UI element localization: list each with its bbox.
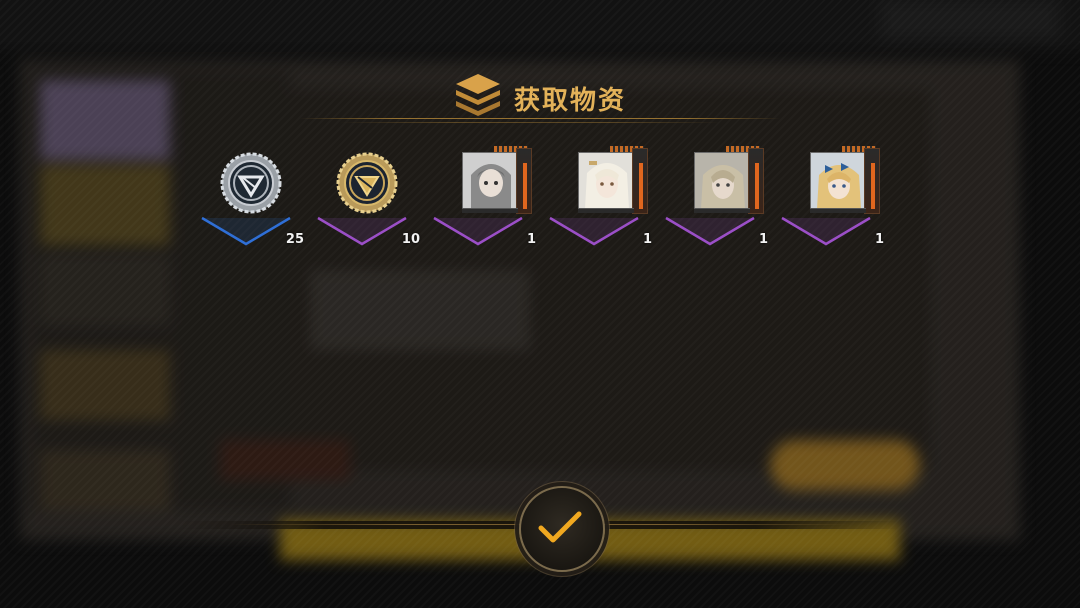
rarity-base-purple (776, 214, 876, 246)
reward-item[interactable]: 1 (776, 146, 886, 258)
stacked-supplies-icon (450, 70, 506, 120)
character-card-blonde-ribbon-icon (796, 146, 880, 218)
reward-count: 10 (401, 232, 420, 247)
reward-count: 1 (758, 232, 768, 247)
reward-count: 1 (526, 232, 536, 247)
checkmark-icon (538, 511, 582, 543)
confirm-button[interactable] (519, 486, 605, 572)
header-divider (300, 118, 780, 119)
reward-item[interactable]: 1 (544, 146, 654, 258)
character-card-white-hair-icon (564, 146, 648, 218)
dialog-title: 获取物资 (514, 86, 627, 116)
character-card-silver-hair-icon (448, 146, 532, 218)
reward-count: 25 (285, 232, 304, 247)
rarity-base-purple (312, 214, 412, 246)
dialog-header: 获取物资 (300, 70, 780, 126)
reward-item[interactable]: 1 (428, 146, 538, 258)
reward-item[interactable]: 10 (312, 148, 422, 258)
header-divider-secondary (340, 122, 720, 123)
rarity-base-purple (544, 214, 644, 246)
character-card-ash-blonde-icon (680, 146, 764, 218)
rarity-base-purple (428, 214, 528, 246)
rarity-base-purple (660, 214, 760, 246)
gold-token-icon (332, 148, 402, 218)
reward-item[interactable]: 1 (660, 146, 770, 258)
reward-item[interactable]: 25 (196, 148, 306, 258)
reward-count: 1 (642, 232, 652, 247)
reward-count: 1 (874, 232, 884, 247)
rarity-base-blue (196, 214, 296, 246)
silver-token-icon (216, 148, 286, 218)
